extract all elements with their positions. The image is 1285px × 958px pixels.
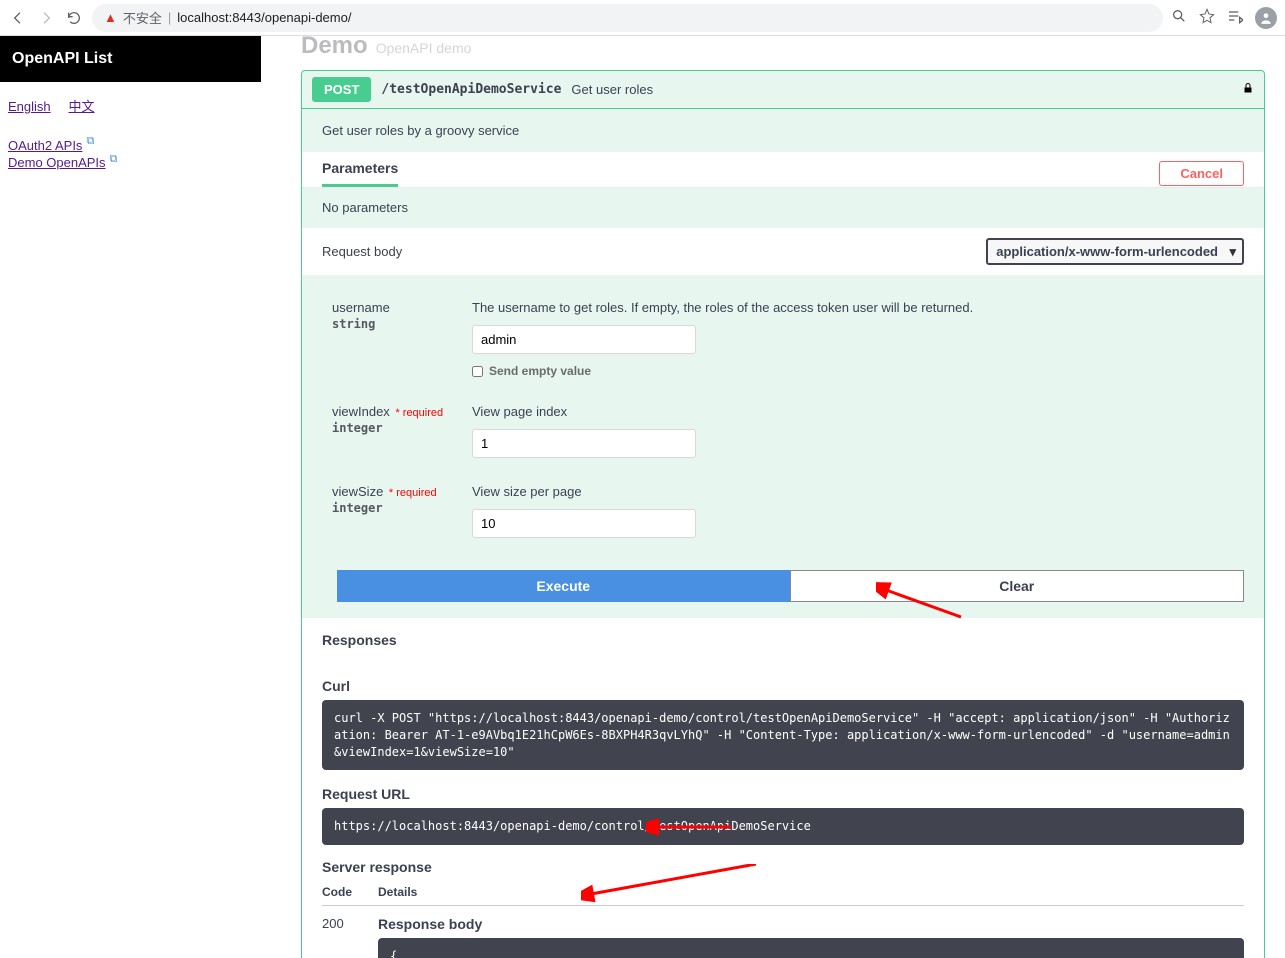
endpoint-block: POST /testOpenApiDemoService Get user ro… bbox=[301, 70, 1265, 958]
endpoint-summary-text: Get user roles bbox=[571, 82, 653, 97]
lock-icon[interactable] bbox=[1242, 81, 1254, 98]
param-type: integer bbox=[332, 421, 472, 435]
playlist-icon[interactable] bbox=[1227, 8, 1243, 27]
zoom-icon[interactable] bbox=[1171, 8, 1187, 27]
parameters-tab[interactable]: Parameters bbox=[322, 160, 398, 187]
responses-section: Curl curl -X POST "https://localhost:844… bbox=[302, 662, 1264, 958]
parameters-header-row: Parameters Cancel bbox=[302, 152, 1264, 188]
external-link-icon: ⧉ bbox=[86, 135, 94, 147]
endpoint-path: /testOpenApiDemoService bbox=[381, 82, 561, 97]
no-parameters-label: No parameters bbox=[302, 188, 1264, 227]
viewsize-input[interactable] bbox=[472, 509, 696, 538]
param-type: string bbox=[332, 317, 472, 331]
server-response-header: Server response bbox=[322, 859, 1244, 875]
response-code: 200 bbox=[322, 916, 378, 958]
param-description: View page index bbox=[472, 404, 1244, 419]
col-details-header: Details bbox=[378, 885, 417, 899]
url-text: localhost:8443/openapi-demo/ bbox=[177, 10, 351, 25]
sidebar: OpenAPI List English 中文 OAuth2 APIs ⧉ Dem… bbox=[0, 36, 261, 958]
response-row: 200 Response body { "roles": [ { bbox=[322, 906, 1244, 958]
param-name: viewIndex * required bbox=[332, 404, 472, 419]
param-description: View size per page bbox=[472, 484, 1244, 499]
username-input[interactable] bbox=[472, 325, 696, 354]
reload-icon[interactable] bbox=[64, 8, 84, 28]
param-description: The username to get roles. If empty, the… bbox=[472, 300, 1244, 315]
endpoint-summary[interactable]: POST /testOpenApiDemoService Get user ro… bbox=[302, 71, 1264, 109]
insecure-icon: ▲ bbox=[104, 10, 117, 25]
curl-command: curl -X POST "https://localhost:8443/ope… bbox=[322, 700, 1244, 770]
response-table-header: Code Details bbox=[322, 885, 1244, 906]
nav-oauth2-apis[interactable]: OAuth2 APIs bbox=[8, 138, 82, 153]
clear-button[interactable]: Clear bbox=[790, 570, 1245, 602]
viewindex-input[interactable] bbox=[472, 429, 696, 458]
insecure-label: 不安全 bbox=[123, 8, 162, 27]
sidebar-title: OpenAPI List bbox=[0, 36, 261, 82]
browser-toolbar: ▲ 不安全 | localhost:8443/openapi-demo/ bbox=[0, 0, 1285, 36]
endpoint-description: Get user roles by a groovy service bbox=[302, 109, 1264, 152]
param-name: viewSize * required bbox=[332, 484, 472, 499]
send-empty-row: Send empty value bbox=[472, 364, 1244, 378]
request-url: https://localhost:8443/openapi-demo/cont… bbox=[322, 808, 1244, 845]
param-type: integer bbox=[332, 501, 472, 515]
request-body-row: Request body application/x-www-form-urle… bbox=[302, 227, 1264, 276]
address-bar[interactable]: ▲ 不安全 | localhost:8443/openapi-demo/ bbox=[92, 4, 1163, 32]
request-url-label: Request URL bbox=[322, 786, 1244, 802]
responses-header: Responses bbox=[302, 618, 1264, 662]
forward-icon bbox=[36, 8, 56, 28]
page-title: DemoOpenAPI demo bbox=[301, 36, 1265, 60]
action-row: Execute Clear bbox=[302, 570, 1264, 618]
cancel-button[interactable]: Cancel bbox=[1159, 161, 1244, 186]
request-body-label: Request body bbox=[322, 244, 402, 259]
curl-label: Curl bbox=[322, 678, 1244, 694]
param-viewindex: viewIndex * required integer View page i… bbox=[332, 404, 1244, 458]
lang-chinese[interactable]: 中文 bbox=[69, 99, 95, 114]
lang-english[interactable]: English bbox=[8, 99, 51, 114]
main-content: DemoOpenAPI demo POST /testOpenApiDemoSe… bbox=[261, 36, 1285, 958]
param-viewsize: viewSize * required integer View size pe… bbox=[332, 484, 1244, 538]
profile-icon[interactable] bbox=[1255, 7, 1277, 29]
back-icon[interactable] bbox=[8, 8, 28, 28]
execute-button[interactable]: Execute bbox=[337, 570, 790, 602]
send-empty-label: Send empty value bbox=[489, 364, 591, 378]
request-body-params: username string The username to get role… bbox=[302, 276, 1264, 570]
send-empty-checkbox[interactable] bbox=[472, 366, 483, 377]
response-body-label: Response body bbox=[378, 916, 1244, 932]
star-icon[interactable] bbox=[1199, 8, 1215, 27]
param-name: username bbox=[332, 300, 472, 315]
content-type-select[interactable]: application/x-www-form-urlencoded bbox=[986, 238, 1244, 265]
method-badge: POST bbox=[312, 77, 371, 102]
param-username: username string The username to get role… bbox=[332, 300, 1244, 378]
external-link-icon: ⧉ bbox=[110, 153, 118, 165]
response-body: { "roles": [ { bbox=[378, 938, 1244, 958]
col-code-header: Code bbox=[322, 885, 378, 899]
nav-demo-openapis[interactable]: Demo OpenAPIs bbox=[8, 155, 106, 170]
